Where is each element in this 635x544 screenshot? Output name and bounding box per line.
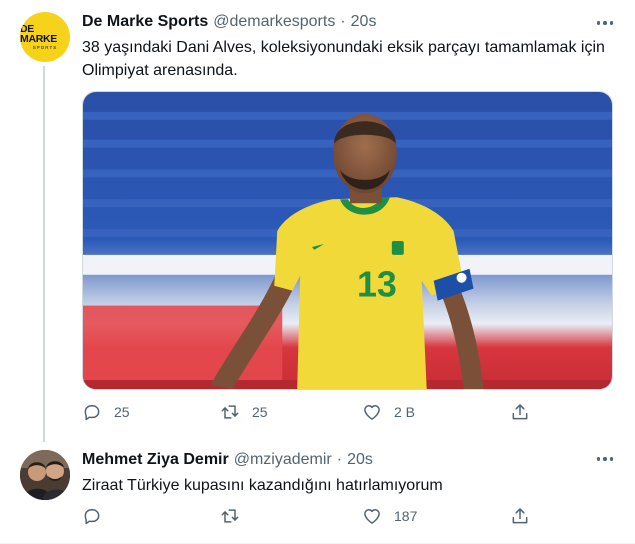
tweet-actions: 187 [82, 506, 542, 528]
more-icon[interactable] [596, 18, 613, 28]
more-icon[interactable] [596, 454, 613, 464]
like-icon [364, 509, 380, 524]
tweet-photo[interactable]: 13 [82, 91, 613, 390]
timestamp[interactable]: 20s [351, 13, 377, 31]
share-icon [512, 404, 528, 420]
like-button[interactable]: 187 [362, 506, 417, 526]
reply-count: 25 [114, 404, 130, 420]
reply-button[interactable]: 25 [82, 402, 130, 422]
retweet-count: 25 [252, 404, 268, 420]
tweet-actions: 25 25 2 B [82, 402, 542, 424]
tweet[interactable]: DE MARKE SPORTS De Marke Sports @demarke… [0, 0, 635, 442]
tweet-header: Mehmet Ziya Demir @mziyademir · 20s [82, 451, 373, 469]
avatar[interactable] [20, 450, 70, 500]
tweet-text: 38 yaşındaki Dani Alves, koleksiyonundak… [82, 39, 605, 79]
avatar-logo-subtext: SPORTS [32, 44, 58, 50]
like-button[interactable]: 2 B [362, 402, 415, 422]
reply-icon [84, 509, 100, 525]
separator: · [336, 451, 343, 468]
timestamp[interactable]: 20s [347, 451, 373, 469]
tweet-header: De Marke Sports @demarkesports · 20s [82, 13, 376, 31]
retweet-icon [221, 405, 239, 419]
share-icon [512, 508, 528, 524]
like-count: 187 [394, 508, 418, 524]
avatar-photo [20, 450, 70, 500]
avatar[interactable]: DE MARKE SPORTS [20, 12, 70, 62]
separator: · [340, 13, 346, 30]
tweet[interactable]: Mehmet Ziya Demir @mziyademir · 20s Zira… [0, 442, 635, 544]
user-handle[interactable]: @mziyademir [234, 451, 332, 469]
jersey-number: 13 [357, 265, 397, 305]
share-button[interactable] [510, 402, 530, 422]
reply-button[interactable] [82, 506, 114, 526]
avatar-logo-text: DE MARKE [20, 22, 57, 46]
share-button[interactable] [510, 506, 530, 526]
reply-icon [84, 405, 100, 421]
tweet-text: Ziraat Türkiye kupasını kazandığını hatı… [82, 477, 443, 494]
display-name[interactable]: Mehmet Ziya Demir [82, 451, 229, 469]
photo-player: 13 [83, 92, 612, 389]
like-count: 2 B [394, 404, 416, 420]
retweet-icon [221, 509, 239, 523]
user-handle[interactable]: @demarkesports [213, 13, 335, 31]
like-icon [364, 405, 380, 420]
retweet-button[interactable] [220, 506, 252, 526]
thread-line [43, 66, 45, 442]
display-name[interactable]: De Marke Sports [82, 13, 208, 31]
retweet-button[interactable]: 25 [220, 402, 268, 422]
